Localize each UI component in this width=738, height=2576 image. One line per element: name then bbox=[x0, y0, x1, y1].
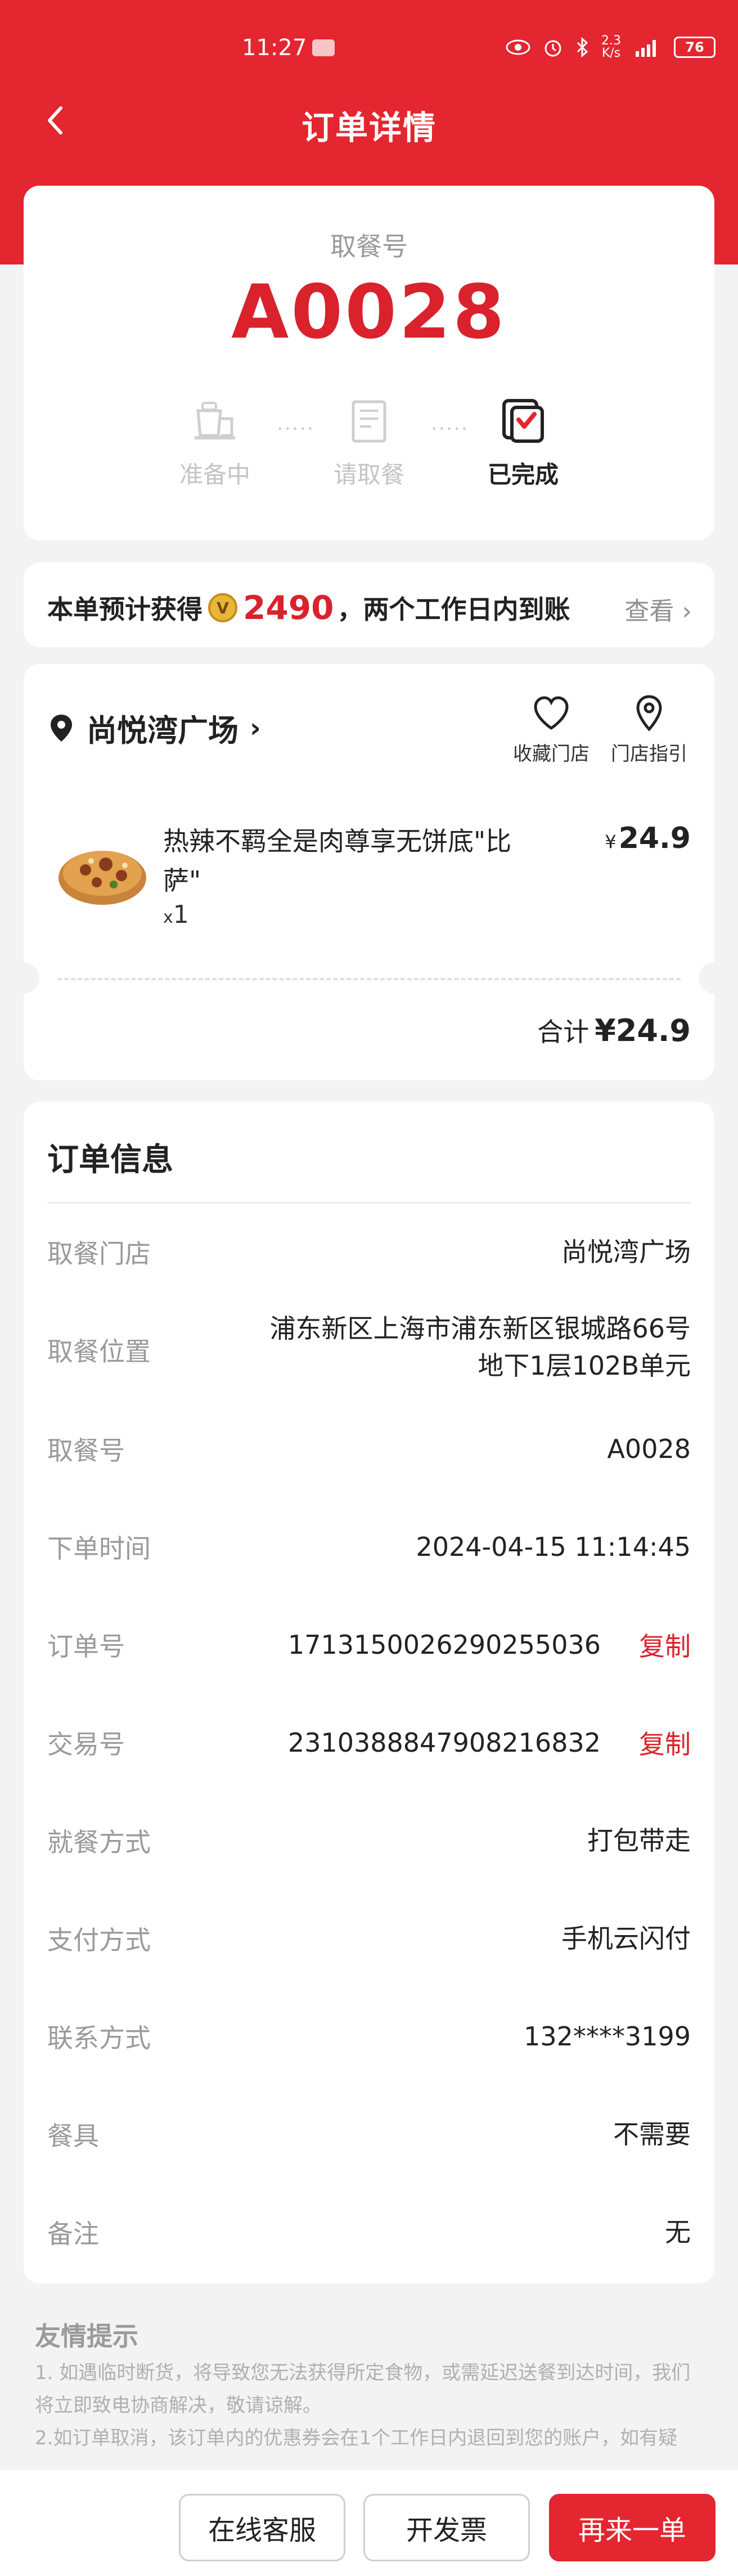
favorite-store-button[interactable]: 收藏门店 bbox=[506, 692, 596, 766]
info-value: 手机云闪付 bbox=[561, 1923, 691, 1954]
info-value: 尚悦湾广场 bbox=[561, 1237, 691, 1267]
nav-bar: 订单详情 bbox=[0, 90, 738, 152]
tray-icon bbox=[188, 394, 242, 448]
price-value: 24.9 bbox=[618, 822, 691, 855]
points-suffix: ，两个工作日内到账 bbox=[337, 594, 570, 625]
store-name: 尚悦湾广场 bbox=[87, 713, 238, 748]
status-icons: 2.3 K/s 76 bbox=[506, 35, 716, 60]
bluetooth-icon bbox=[575, 37, 589, 57]
pizza-thumbnail bbox=[52, 822, 153, 923]
info-key: 取餐号 bbox=[47, 1435, 125, 1466]
bag-icon bbox=[342, 394, 396, 448]
location-pin-icon bbox=[47, 712, 75, 744]
online-service-button[interactable]: 在线客服 bbox=[179, 2494, 345, 2561]
step-label: 请取餐 bbox=[333, 461, 404, 488]
info-key: 下单时间 bbox=[47, 1533, 151, 1564]
signal-icon bbox=[633, 38, 662, 57]
status-bar: 11:27 2.3 K/s 76 bbox=[0, 0, 738, 84]
info-value: 1713150026290255036 bbox=[287, 1630, 601, 1660]
bottom-action-bar: 在线客服 开发票 再来一单 bbox=[0, 2470, 738, 2576]
pickup-number: A0028 bbox=[231, 269, 507, 356]
step-connector: ····· bbox=[431, 418, 469, 441]
info-value: 2024-04-15 11:14:45 bbox=[416, 1532, 691, 1562]
battery-indicator: 76 bbox=[674, 37, 716, 58]
total-label: 合计 bbox=[537, 1017, 590, 1047]
item-name: 热辣不羁全是肉尊享无饼底"比萨" bbox=[163, 826, 512, 896]
alarm-icon bbox=[543, 37, 563, 57]
item-quantity: x1 bbox=[163, 900, 189, 929]
reorder-button[interactable]: 再来一单 bbox=[549, 2494, 716, 2561]
status-time: 11:27 bbox=[242, 35, 307, 61]
order-info-title: 订单信息 bbox=[47, 1142, 173, 1178]
info-key: 支付方式 bbox=[47, 1925, 151, 1955]
step-completed: 已完成 bbox=[467, 394, 579, 490]
info-value: A0028 bbox=[607, 1434, 691, 1464]
info-key: 联系方式 bbox=[47, 2023, 151, 2053]
order-info-card: 订单信息 取餐门店 尚悦湾广场 取餐位置 浦东新区上海市浦东新区银城路66号 地… bbox=[24, 1102, 714, 2283]
points-prefix: 本单预计获得 bbox=[47, 594, 202, 625]
card-notch-left bbox=[8, 962, 39, 994]
info-key: 交易号 bbox=[47, 1729, 125, 1760]
info-value: 132****3199 bbox=[524, 2021, 691, 2052]
points-view-link[interactable]: 查看 › bbox=[624, 591, 692, 627]
quantity-prefix: x bbox=[163, 908, 173, 927]
pickup-label: 取餐号 bbox=[330, 231, 408, 262]
invoice-button[interactable]: 开发票 bbox=[363, 2494, 530, 2561]
info-value: 浦东新区上海市浦东新区银城路66号 地下1层102B单元 bbox=[269, 1313, 691, 1381]
dashed-divider bbox=[57, 978, 681, 980]
item-price: ¥24.9 bbox=[605, 822, 691, 855]
location-pin-icon bbox=[628, 692, 670, 735]
info-key: 取餐位置 bbox=[47, 1336, 151, 1367]
step-preparing: 准备中 bbox=[159, 394, 271, 490]
order-total: 合计 ¥24.9 bbox=[537, 1012, 691, 1049]
step-connector: ····· bbox=[277, 418, 315, 441]
favorite-store-label: 收藏门店 bbox=[513, 743, 590, 765]
info-value: 不需要 bbox=[613, 2119, 691, 2149]
info-key: 订单号 bbox=[47, 1631, 125, 1662]
info-key: 取餐门店 bbox=[47, 1238, 151, 1269]
chevron-right-icon: › bbox=[250, 712, 261, 744]
v-coin-icon: V bbox=[208, 593, 237, 622]
store-guide-label: 门店指引 bbox=[611, 743, 687, 765]
info-value: 2310388847908216832 bbox=[287, 1727, 601, 1758]
completed-bag-icon bbox=[496, 394, 550, 448]
info-key: 备注 bbox=[47, 2219, 99, 2249]
points-banner[interactable]: 本单预计获得 V 2490 ，两个工作日内到账 查看 › bbox=[24, 563, 714, 647]
info-key: 餐具 bbox=[47, 2121, 99, 2151]
info-value: 打包带走 bbox=[587, 1825, 691, 1856]
network-speed: 2.3 K/s bbox=[601, 34, 621, 60]
tips-text: 1. 如遇临时断货，将导致您无法获得所定食物，或需延迟送餐到达时间，我们将立即致… bbox=[35, 2362, 691, 2449]
page-title: 订单详情 bbox=[301, 109, 436, 147]
heart-icon bbox=[530, 692, 573, 735]
copy-transaction-number-button[interactable]: 复制 bbox=[639, 1724, 691, 1761]
card-notch-right bbox=[699, 962, 730, 994]
store-name-link[interactable]: 尚悦湾广场 › bbox=[47, 706, 261, 750]
price-symbol: ¥ bbox=[605, 831, 616, 852]
step-label: 已完成 bbox=[487, 461, 559, 488]
step-label: 准备中 bbox=[179, 461, 250, 488]
pickup-card: 取餐号 A0028 准备中 ····· 请取餐 ····· 已完成 bbox=[24, 186, 714, 540]
tips-title: 友情提示 bbox=[35, 2321, 138, 2351]
step-ready: 请取餐 bbox=[313, 394, 425, 490]
points-text: 本单预计获得 V 2490 ，两个工作日内到账 bbox=[47, 589, 570, 627]
info-key: 就餐方式 bbox=[47, 1827, 151, 1857]
store-card: 尚悦湾广场 › 收藏门店 门店指引 热辣不羁全是肉尊享无饼底"比萨" x1 ¥2… bbox=[8, 664, 730, 1080]
total-amount: ¥24.9 bbox=[595, 1013, 691, 1048]
notification-app-icon bbox=[312, 39, 335, 56]
divider bbox=[47, 1202, 691, 1204]
store-guide-button[interactable]: 门店指引 bbox=[604, 692, 694, 766]
eye-icon bbox=[506, 39, 530, 56]
quantity-value: 1 bbox=[173, 900, 189, 929]
copy-order-number-button[interactable]: 复制 bbox=[639, 1626, 691, 1663]
info-value: 无 bbox=[665, 2217, 691, 2247]
points-amount: 2490 bbox=[243, 589, 334, 627]
